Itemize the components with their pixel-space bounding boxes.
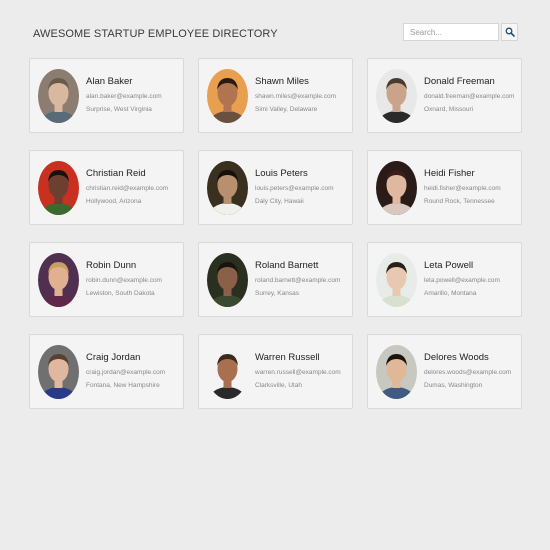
employee-info: Robin Dunn robin.dunn@example.com Lewiston… [86,260,183,298]
search-input[interactable] [403,23,499,41]
employee-email: leta.powell@example.com [424,277,500,284]
avatar [207,253,248,307]
employee-name: Louis Peters [255,168,308,179]
employee-card[interactable]: Craig Jordan craig.jordan@example.com Font… [29,334,184,409]
header: AWESOME STARTUP EMPLOYEE DIRECTORY [33,23,518,45]
employee-name: Christian Reid [86,168,146,179]
employee-card[interactable]: Leta Powell leta.powell@example.com Amaril… [367,242,522,317]
avatar [376,69,417,123]
employee-email: heidi.fisher@example.com [424,185,501,192]
employee-info: Delores Woods delores.woods@example.com Du… [424,352,521,390]
avatar [38,161,79,215]
avatar [38,253,79,307]
employee-location: Lewiston, South Dakota [86,290,155,297]
avatar [376,345,417,399]
employee-info: Shawn Miles shawn.miles@example.com Simi V… [255,76,352,114]
employee-location: Amarillo, Montana [424,290,477,297]
employee-card[interactable]: Alan Baker alan.baker@example.com Surprise… [29,58,184,133]
search-button[interactable] [501,23,518,41]
avatar [38,69,79,123]
employee-info: Christian Reid christian.reid@example.com… [86,168,183,206]
employee-info: Donald Freeman donald.freeman@example.com… [424,76,521,114]
avatar [207,161,248,215]
employee-name: Warren Russell [255,352,320,363]
employee-card[interactable]: Delores Woods delores.woods@example.com Du… [367,334,522,409]
employee-email: christian.reid@example.com [86,185,169,192]
employee-email: robin.dunn@example.com [86,277,162,284]
page-title: AWESOME STARTUP EMPLOYEE DIRECTORY [33,28,278,40]
employee-info: Alan Baker alan.baker@example.com Surprise… [86,76,183,114]
employee-location: Surrey, Kansas [255,290,299,297]
employee-info: Roland Barnett roland.barnett@example.com… [255,260,352,298]
employee-email: warren.russell@example.com [255,369,341,376]
employee-info: Craig Jordan craig.jordan@example.com Font… [86,352,183,390]
employee-email: delores.woods@example.com [424,369,512,376]
employee-location: Simi Valley, Delaware [255,106,318,113]
employee-email: donald.freeman@example.com [424,93,515,100]
employee-info: Leta Powell leta.powell@example.com Amaril… [424,260,521,298]
employee-card[interactable]: Robin Dunn robin.dunn@example.com Lewiston… [29,242,184,317]
avatar [376,253,417,307]
employee-info: Louis Peters louis.peters@example.com Daly… [255,168,352,206]
employee-location: Round Rock, Tennessee [424,198,495,205]
employee-email: alan.baker@example.com [86,93,162,100]
employee-name: Robin Dunn [86,260,137,271]
employee-card[interactable]: Louis Peters louis.peters@example.com Daly… [198,150,353,225]
employee-card[interactable]: Christian Reid christian.reid@example.com… [29,150,184,225]
employee-location: Dumas, Washington [424,382,483,389]
avatar [207,69,248,123]
employee-email: shawn.miles@example.com [255,93,337,100]
employee-grid: Alan Baker alan.baker@example.com Surprise… [29,58,522,409]
employee-name: Leta Powell [424,260,474,271]
employee-location: Daly City, Hawaii [255,198,304,205]
employee-name: Craig Jordan [86,352,141,363]
avatar [38,345,79,399]
employee-name: Roland Barnett [255,260,319,271]
employee-info: Warren Russell warren.russell@example.com… [255,352,352,390]
employee-info: Heidi Fisher heidi.fisher@example.com Roun… [424,168,521,206]
employee-card[interactable]: Heidi Fisher heidi.fisher@example.com Roun… [367,150,522,225]
employee-name: Heidi Fisher [424,168,475,179]
avatar [207,345,248,399]
employee-card[interactable]: Donald Freeman donald.freeman@example.com… [367,58,522,133]
employee-location: Oxnard, Missouri [424,106,474,113]
employee-location: Surprise, West Virginia [86,106,152,113]
employee-location: Fontana, New Hampshire [86,382,160,389]
employee-location: Hollywood, Arizona [86,198,142,205]
employee-name: Alan Baker [86,76,133,87]
employee-card[interactable]: Roland Barnett roland.barnett@example.com… [198,242,353,317]
employee-location: Clarksville, Utah [255,382,302,389]
employee-email: craig.jordan@example.com [86,369,166,376]
employee-card[interactable]: Warren Russell warren.russell@example.com… [198,334,353,409]
employee-email: roland.barnett@example.com [255,277,341,284]
employee-name: Shawn Miles [255,76,309,87]
employee-name: Delores Woods [424,352,489,363]
avatar [376,161,417,215]
search-icon [505,27,515,37]
employee-card[interactable]: Shawn Miles shawn.miles@example.com Simi V… [198,58,353,133]
employee-name: Donald Freeman [424,76,495,87]
employee-email: louis.peters@example.com [255,185,334,192]
